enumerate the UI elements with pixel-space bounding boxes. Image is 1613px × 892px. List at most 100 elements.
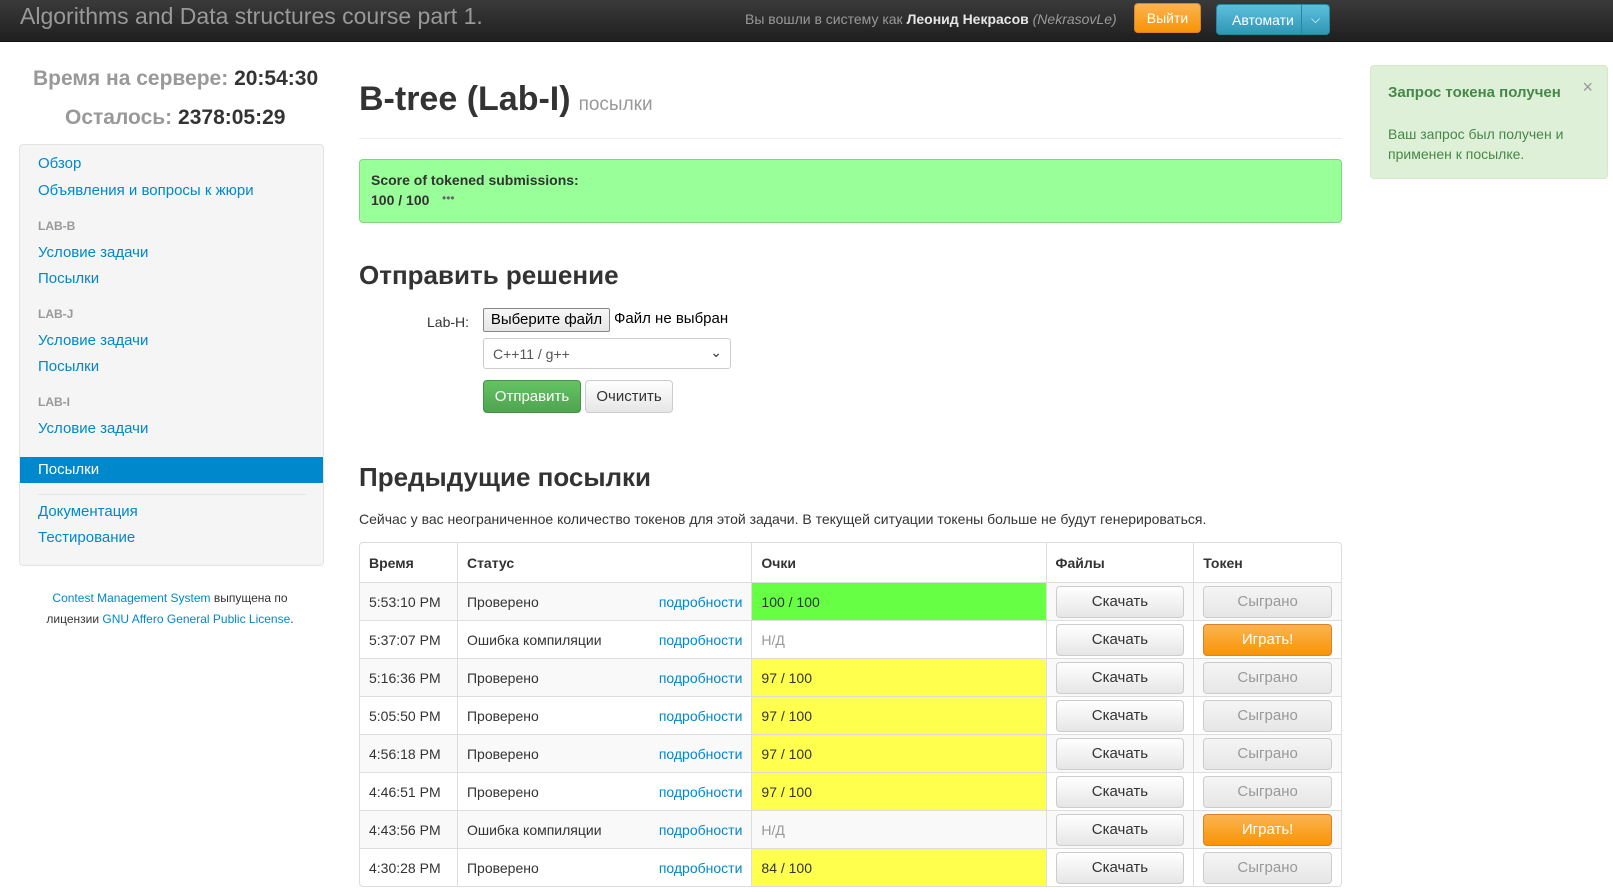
sidebar-item-announcements[interactable]: Объявления и вопросы к жюри — [38, 182, 254, 199]
submit-button[interactable]: Отправить — [483, 380, 581, 413]
download-button[interactable]: Скачать — [1055, 661, 1185, 694]
download-button[interactable]: Скачать — [1055, 813, 1185, 846]
header-token: Токен — [1193, 543, 1341, 582]
row-status: Проверено — [466, 707, 539, 724]
row-status: Ошибка компиляции — [466, 821, 602, 838]
sidebar-header-lab-b: LAB-B — [38, 219, 76, 233]
table-header-row: Время Статус Очки Файлы Токен — [360, 543, 1341, 582]
sidebar-item-lab-j-submissions[interactable]: Посылки — [38, 358, 99, 375]
task-title: B-tree (Lab-I) — [359, 80, 571, 118]
cms-footer: Contest Management System выпущена по ли… — [25, 588, 315, 630]
submissions-table: Время Статус Очки Файлы Токен 5:53:10 PM… — [359, 542, 1342, 887]
tokened-score-label: Score of tokened submissions: — [371, 172, 579, 188]
sidebar-header-lab-j: LAB-J — [38, 307, 74, 321]
row-status: Ошибка компиляции — [466, 631, 602, 648]
table-row: 4:30:28 PM Проверено подробности 84 / 100 Ск… — [360, 848, 1341, 886]
row-files-cell: Скачать — [1045, 582, 1194, 620]
row-status: Проверено — [466, 669, 539, 686]
tokened-score-box: Score of tokened submissions: 100 / 100 … — [359, 159, 1342, 223]
played-token-button: Сыграно — [1203, 737, 1332, 770]
remaining-value: 2378:05:29 — [178, 106, 286, 129]
played-token-button: Сыграно — [1203, 851, 1332, 884]
page-title: B-tree (Lab-I) посылки — [359, 80, 653, 119]
choose-file-button[interactable]: Выберите файл — [483, 308, 610, 332]
chevron-down-icon[interactable]: ⌵ — [1301, 5, 1329, 34]
close-icon[interactable]: × — [1582, 78, 1593, 96]
sidebar-item-docs[interactable]: Документация — [38, 503, 138, 520]
tokened-score-value: 100 / 100 — [371, 192, 430, 208]
row-status-cell: Ошибка компиляции подробности — [456, 620, 752, 658]
row-status: Проверено — [466, 745, 539, 762]
remaining-time: Осталось: 2378:05:29 — [65, 106, 285, 130]
row-score: 97 / 100 — [751, 658, 1046, 696]
row-status-cell: Проверено подробности — [456, 582, 752, 620]
chevron-down-icon: ⌄ — [710, 344, 722, 360]
play-token-button[interactable]: Играть! — [1203, 813, 1332, 846]
row-score: Н/Д — [751, 810, 1046, 848]
row-score: 97 / 100 — [751, 734, 1046, 772]
row-status-cell: Проверено подробности — [456, 848, 752, 886]
row-token-cell: Сыграно — [1193, 848, 1341, 886]
row-token-cell: Сыграно — [1193, 772, 1341, 810]
download-button[interactable]: Скачать — [1055, 623, 1185, 656]
language-select[interactable]: C++11 / g++ ⌄ — [483, 338, 731, 369]
sidebar-item-overview[interactable]: Обзор — [38, 155, 81, 172]
details-link[interactable]: подробности — [659, 784, 743, 800]
cms-link[interactable]: Contest Management System — [52, 591, 210, 605]
row-files-cell: Скачать — [1045, 772, 1194, 810]
row-status-cell: Проверено подробности — [456, 772, 752, 810]
language-auto-dropdown[interactable]: Автомати ⌵ — [1216, 4, 1330, 35]
download-button[interactable]: Скачать — [1055, 775, 1185, 808]
table-row: 5:16:36 PM Проверено подробности 97 / 100 Ск… — [360, 658, 1341, 696]
table-row: 5:53:10 PM Проверено подробности 100 / 100 С… — [360, 582, 1341, 620]
download-button[interactable]: Скачать — [1055, 585, 1185, 618]
header-files: Файлы — [1045, 543, 1194, 582]
notification-body: Ваш запрос был получен и применен к посы… — [1388, 126, 1564, 162]
details-link[interactable]: подробности — [659, 594, 743, 610]
download-button[interactable]: Скачать — [1055, 737, 1185, 770]
top-navbar: Algorithms and Data structures course pa… — [0, 0, 1613, 42]
submit-section-title: Отправить решение — [359, 260, 619, 290]
sidebar-item-testing[interactable]: Тестирование — [38, 529, 135, 546]
login-prefix: Вы вошли в систему как — [745, 11, 907, 27]
file-status: Файл не выбран — [614, 310, 729, 327]
server-time-label: Время на сервере: — [33, 67, 229, 90]
server-time: Время на сервере: 20:54:30 — [33, 67, 318, 91]
row-token-cell: Сыграно — [1193, 582, 1341, 620]
file-field-label: Lab-H: — [427, 314, 470, 330]
user-login: (NekrasovLe) — [1032, 11, 1117, 27]
sidebar-item-lab-i-statement[interactable]: Условие задачи — [38, 420, 148, 437]
sidebar-item-lab-b-submissions[interactable]: Посылки — [38, 270, 99, 287]
row-status-cell: Ошибка компиляции подробности — [456, 810, 752, 848]
logout-button[interactable]: Выйти — [1134, 3, 1201, 33]
sidebar-item-lab-i-submissions[interactable]: Посылки — [20, 457, 323, 483]
row-status: Проверено — [466, 593, 539, 610]
download-button[interactable]: Скачать — [1055, 851, 1185, 884]
course-title[interactable]: Algorithms and Data structures course pa… — [20, 3, 483, 30]
details-link[interactable]: подробности — [659, 746, 743, 762]
details-link[interactable]: подробности — [659, 860, 743, 876]
played-token-button: Сыграно — [1203, 699, 1332, 732]
details-link[interactable]: подробности — [659, 822, 743, 838]
sidebar-item-lab-b-statement[interactable]: Условие задачи — [38, 244, 148, 261]
details-link[interactable]: подробности — [659, 632, 743, 648]
row-status-cell: Проверено подробности — [456, 658, 752, 696]
details-link[interactable]: подробности — [659, 708, 743, 724]
download-button[interactable]: Скачать — [1055, 699, 1185, 732]
row-files-cell: Скачать — [1045, 620, 1194, 658]
login-info: Вы вошли в систему как Леонид Некрасов (… — [745, 11, 1117, 27]
title-divider — [359, 138, 1342, 139]
sidebar-item-lab-j-statement[interactable]: Условие задачи — [38, 332, 148, 349]
play-token-button[interactable]: Играть! — [1203, 623, 1332, 656]
token-info-text: Сейчас у вас неограниченное количество т… — [359, 511, 1207, 527]
row-token-cell: Сыграно — [1193, 734, 1341, 772]
row-token-cell: Сыграно — [1193, 696, 1341, 734]
table-row: 4:43:56 PM Ошибка компиляции подробности Н/… — [360, 810, 1341, 848]
row-time: 5:16:36 PM — [360, 658, 457, 696]
license-link[interactable]: GNU Affero General Public License — [102, 612, 290, 626]
clear-button[interactable]: Очистить — [585, 380, 673, 413]
token-notification: × Запрос токена получен Ваш запрос был п… — [1370, 65, 1608, 179]
row-time: 5:53:10 PM — [360, 582, 457, 620]
score-dots-icon: ••• — [442, 191, 455, 205]
details-link[interactable]: подробности — [659, 670, 743, 686]
